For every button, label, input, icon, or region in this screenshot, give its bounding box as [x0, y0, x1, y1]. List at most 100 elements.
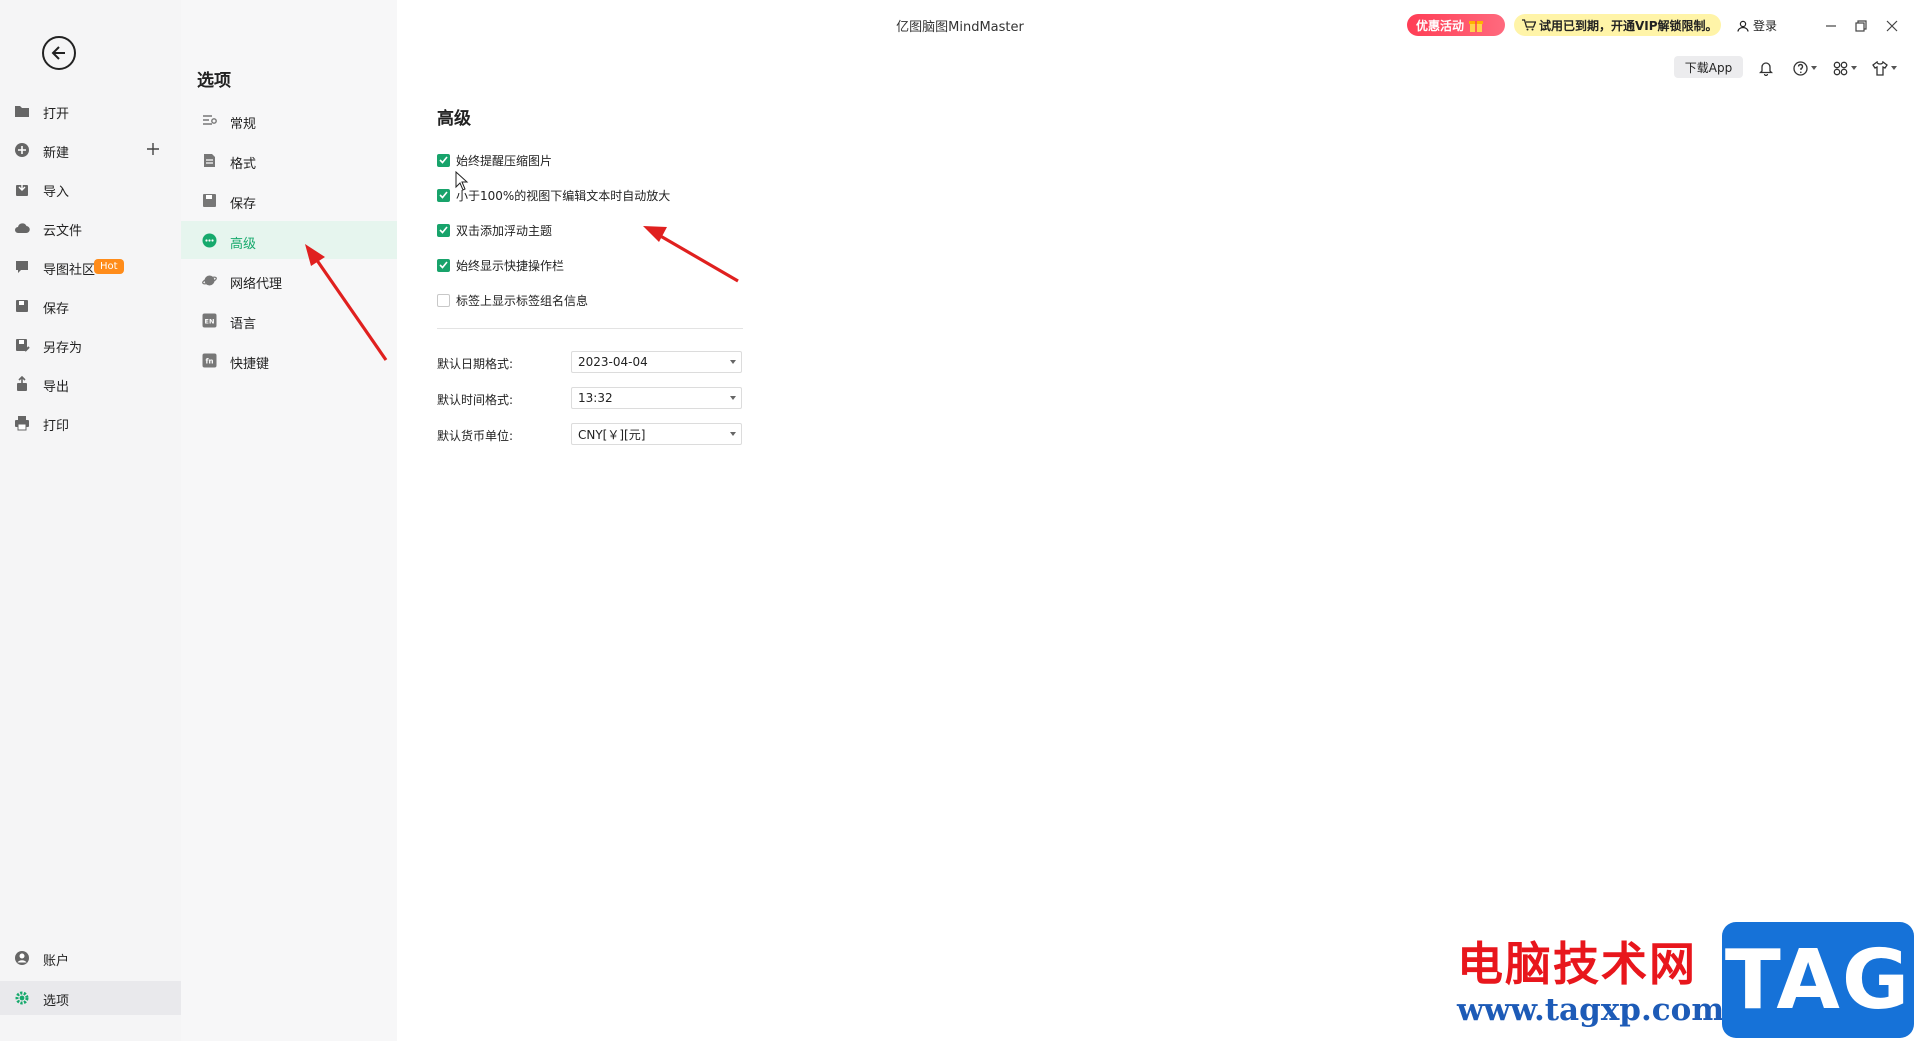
- watermark-site-name: 电脑技术网: [1457, 937, 1697, 991]
- options-item-network-proxy[interactable]: 网络代理: [181, 261, 397, 299]
- close-icon[interactable]: [1884, 18, 1900, 34]
- currency-unit-select[interactable]: CNY[￥][元]: [571, 423, 742, 445]
- help-button[interactable]: [1793, 60, 1817, 76]
- chevron-down-icon: [730, 432, 736, 436]
- svg-text:EN: EN: [205, 318, 215, 326]
- options-item-advanced[interactable]: 高级: [181, 221, 397, 259]
- checkbox-double-click-floating-topic[interactable]: 双击添加浮动主题: [437, 221, 552, 239]
- general-icon: [203, 115, 217, 125]
- notification-button[interactable]: [1759, 60, 1773, 76]
- select-value: 13:32: [578, 391, 613, 405]
- checkbox[interactable]: [437, 293, 450, 307]
- save-icon: [203, 194, 216, 207]
- rail-item-save[interactable]: 保存: [0, 291, 181, 321]
- options-panel: 选项 常规 格式 保存 高级 网络代理 EN 语言 fn 快捷键: [181, 0, 397, 1041]
- rail-item-account[interactable]: 账户: [0, 943, 181, 973]
- options-item-save[interactable]: 保存: [181, 181, 397, 219]
- checkbox-label: 双击添加浮动主题: [456, 223, 553, 238]
- options-title: 选项: [197, 71, 231, 91]
- arrow-left-icon: [51, 46, 65, 60]
- date-format-select[interactable]: 2023-04-04: [571, 351, 742, 373]
- gear-icon: [15, 991, 29, 1005]
- options-item-label: 常规: [230, 117, 257, 132]
- rail-item-new[interactable]: 新建: [0, 135, 181, 165]
- options-item-label: 快捷键: [230, 357, 270, 372]
- download-app-button[interactable]: 下载App: [1674, 56, 1743, 78]
- watermark: 电脑技术网 www.tagxp.com TAG: [1445, 920, 1920, 1041]
- options-item-label: 保存: [230, 197, 257, 212]
- select-value: CNY[￥][元]: [578, 427, 646, 442]
- rail-item-export[interactable]: 导出: [0, 369, 181, 399]
- checkbox[interactable]: [437, 188, 450, 202]
- rail-item-label: 选项: [43, 994, 70, 1009]
- checkbox-show-quick-toolbar[interactable]: 始终显示快捷操作栏: [437, 256, 564, 274]
- bell-icon: [1759, 62, 1773, 76]
- rail-item-open[interactable]: 打开: [0, 96, 181, 126]
- cloud-icon: [15, 223, 30, 234]
- checkbox-show-tag-group-name[interactable]: 标签上显示标签组名信息: [437, 291, 588, 309]
- cart-icon: [1522, 19, 1536, 31]
- user-icon: [1737, 20, 1749, 32]
- svg-text:fn: fn: [205, 358, 213, 366]
- options-item-label: 网络代理: [230, 277, 283, 292]
- options-item-label: 高级: [230, 237, 257, 252]
- apps-button[interactable]: [1833, 60, 1857, 76]
- annotation-arrow-checkbox: [643, 226, 739, 283]
- checkbox[interactable]: [437, 153, 450, 167]
- rail-item-label: 新建: [43, 146, 70, 161]
- help-icon: [1793, 60, 1808, 76]
- time-format-select[interactable]: 13:32: [571, 387, 742, 409]
- watermark-url: www.tagxp.com: [1457, 992, 1725, 1028]
- check-icon: [439, 156, 448, 164]
- mouse-cursor-icon: [455, 171, 469, 191]
- time-format-label: 默认时间格式:: [437, 393, 514, 407]
- promo-button[interactable]: 优惠活动: [1407, 14, 1505, 36]
- login-label: 登录: [1753, 19, 1778, 33]
- rail-item-options[interactable]: 选项: [0, 981, 181, 1015]
- rail-item-label: 导图社区: [43, 263, 96, 278]
- rail-item-label: 打开: [43, 107, 70, 122]
- check-icon: [439, 261, 448, 269]
- rail-item-community[interactable]: 导图社区 Hot: [0, 252, 181, 282]
- rail-item-cloud-files[interactable]: 云文件: [0, 213, 181, 243]
- options-item-language[interactable]: EN 语言: [181, 301, 397, 339]
- rail-item-import[interactable]: 导入: [0, 174, 181, 204]
- options-item-format[interactable]: 格式: [181, 141, 397, 179]
- select-value: 2023-04-04: [578, 355, 648, 369]
- promo-label: 优惠活动: [1416, 18, 1465, 33]
- language-icon: EN: [202, 313, 217, 328]
- save-as-icon: [16, 339, 30, 352]
- checkbox[interactable]: [437, 258, 450, 272]
- rail-item-label: 另存为: [43, 341, 83, 356]
- network-proxy-icon: [202, 275, 217, 286]
- login-button[interactable]: 登录: [1737, 17, 1777, 34]
- rail-item-label: 云文件: [43, 224, 83, 239]
- advanced-icon: [202, 233, 217, 248]
- divider: [437, 328, 743, 329]
- checkbox-compress-images-reminder[interactable]: 始终提醒压缩图片: [437, 151, 552, 169]
- chevron-down-icon: [730, 360, 736, 364]
- shortcut-icon: fn: [202, 353, 217, 368]
- caret-down-icon: [1811, 66, 1817, 70]
- options-item-general[interactable]: 常规: [181, 101, 397, 139]
- checkbox[interactable]: [437, 223, 450, 237]
- account-icon: [15, 951, 29, 965]
- rail-item-print[interactable]: 打印: [0, 408, 181, 438]
- minimize-icon[interactable]: [1823, 18, 1839, 34]
- skin-button[interactable]: [1872, 60, 1897, 76]
- chevron-down-icon: [730, 396, 736, 400]
- export-icon: [17, 376, 27, 391]
- back-button[interactable]: [42, 36, 76, 70]
- restore-icon[interactable]: [1853, 18, 1869, 34]
- caret-down-icon: [1891, 66, 1897, 70]
- check-icon: [439, 226, 448, 234]
- plus-icon[interactable]: [146, 142, 160, 156]
- vip-upgrade-banner[interactable]: 试用已到期，开通VIP解锁限制。: [1514, 14, 1721, 36]
- watermark-tag-logo: TAG: [1722, 922, 1914, 1038]
- plus-circle-icon: [15, 143, 29, 157]
- checkbox-label: 标签上显示标签组名信息: [456, 293, 589, 308]
- rail-item-save-as[interactable]: 另存为: [0, 330, 181, 360]
- rail-item-label: 账户: [43, 954, 70, 969]
- options-item-shortcuts[interactable]: fn 快捷键: [181, 341, 397, 379]
- checkbox-auto-zoom-editing[interactable]: 小于100%的视图下编辑文本时自动放大: [437, 186, 670, 204]
